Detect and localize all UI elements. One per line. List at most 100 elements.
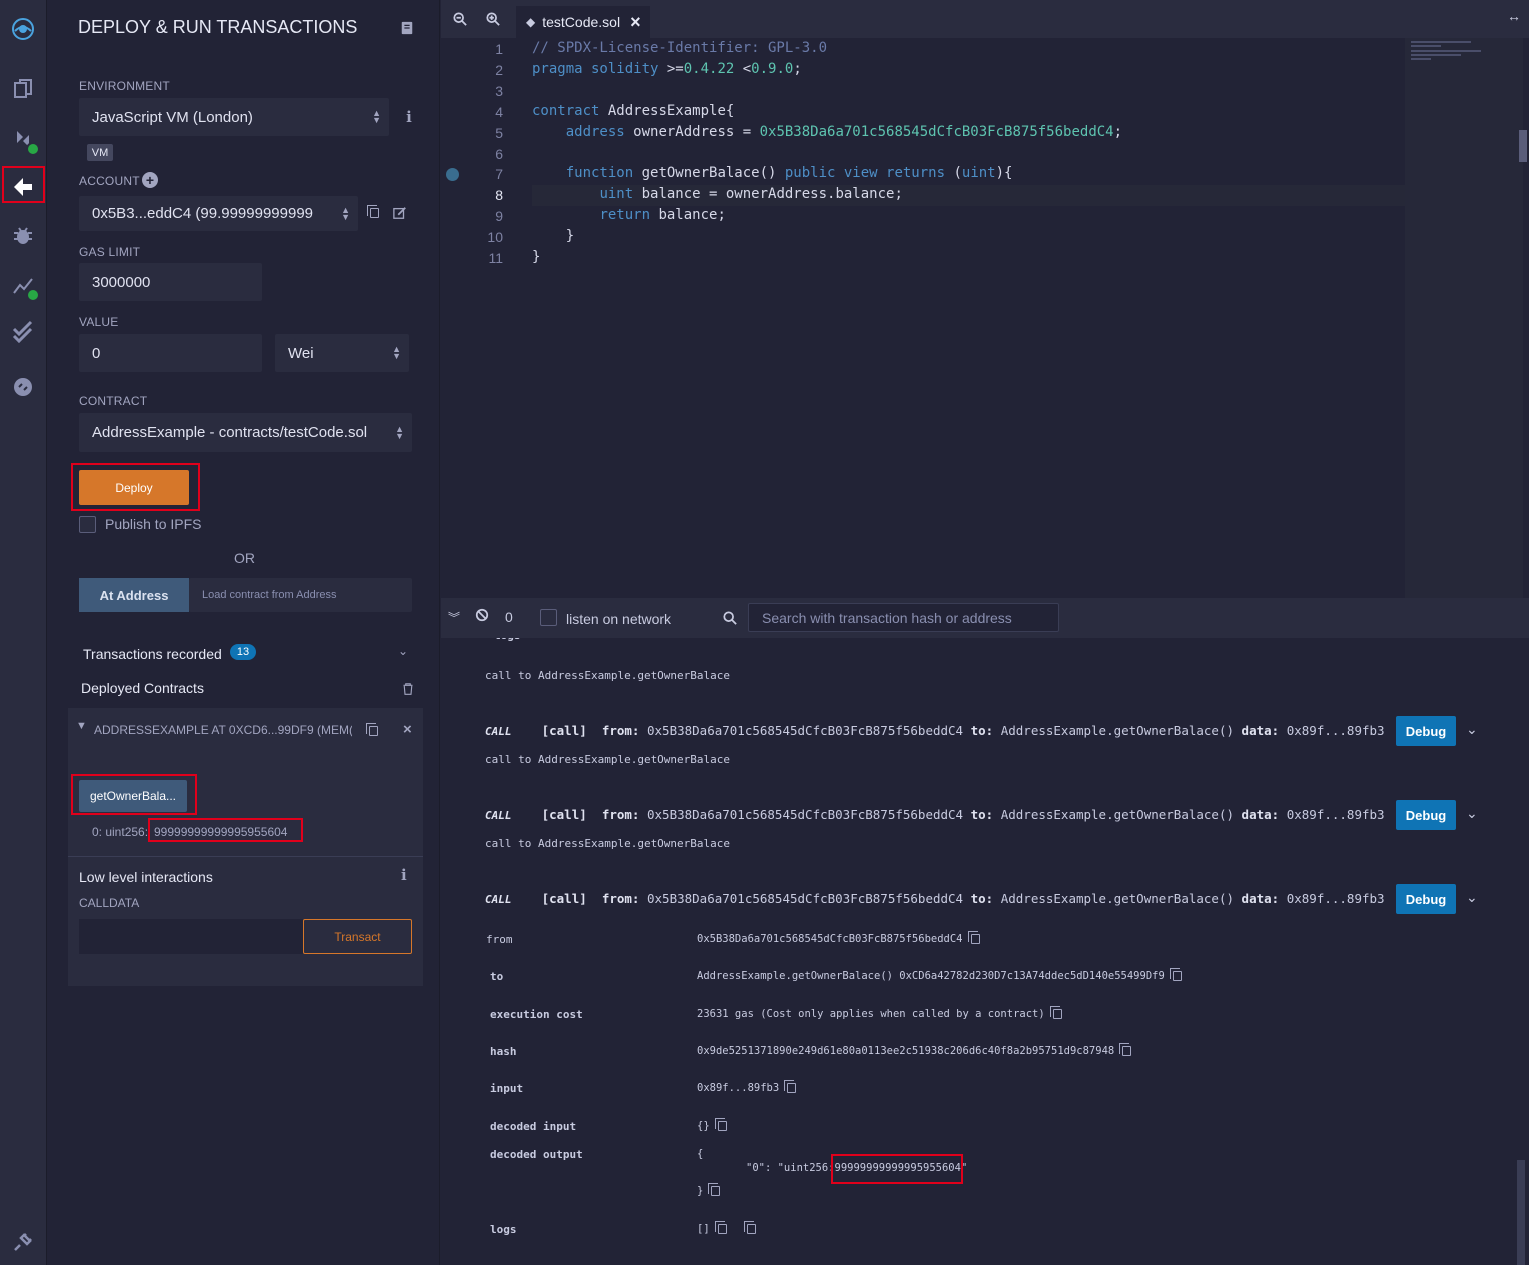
copy-account-icon[interactable]: [365, 203, 383, 223]
code-editor: ◆ testCode.sol × ↔ 1 2 3 4 5 6 7 8 9 10 …: [441, 0, 1529, 598]
chevron-down-icon[interactable]: ⌄: [1466, 805, 1478, 822]
debug-button[interactable]: Debug: [1396, 716, 1456, 746]
value-input[interactable]: 0: [79, 334, 262, 372]
copy-icon[interactable]: [1049, 1006, 1062, 1019]
analysis-icon[interactable]: [6, 268, 40, 302]
copy-address-icon[interactable]: [364, 722, 382, 740]
zoom-in-icon[interactable]: [486, 12, 500, 31]
trash-icon[interactable]: [400, 680, 416, 698]
chevron-down-icon[interactable]: ⌄: [1466, 889, 1478, 906]
editor-tabs: ◆ testCode.sol × ↔: [441, 0, 1529, 38]
detail-from-value: 0x5B38Da6a701c568545dCfcB03FcB875f56bedd…: [697, 931, 980, 945]
close-icon[interactable]: ×: [403, 721, 412, 738]
call-note: call to AddressExample.getOwnerBalace: [485, 669, 731, 682]
detail-input-label: input: [490, 1082, 524, 1095]
instance-title: ADDRESSEXAMPLE AT 0XCD6...99DF9 (MEM(: [94, 723, 352, 737]
detail-cost-value: 23631 gas (Cost only applies when called…: [697, 1006, 1062, 1020]
close-tab-icon[interactable]: ×: [630, 12, 641, 33]
publish-label: Publish to IPFS: [105, 516, 202, 532]
contract-label: CONTRACT: [79, 394, 148, 408]
add-account-icon[interactable]: +: [142, 172, 158, 188]
terminal-toolbar: ︾ 0 listen on network Search with transa…: [441, 598, 1529, 638]
detail-to-label: to: [490, 970, 504, 983]
listen-network-checkbox[interactable]: [540, 609, 557, 626]
collapse-terminal-icon[interactable]: ︾: [448, 609, 460, 626]
call-row[interactable]: CALL [call] from: 0x5B38Da6a701c568545dC…: [485, 723, 1385, 738]
tab-testcode[interactable]: ◆ testCode.sol ×: [516, 6, 650, 38]
debug-button[interactable]: Debug: [1396, 884, 1456, 914]
divider: [68, 856, 423, 857]
call-row[interactable]: CALL [call] from: 0x5B38Da6a701c568545dC…: [485, 891, 1385, 906]
decoded-output-open: {: [697, 1148, 704, 1160]
solidity-compiler-icon[interactable]: [6, 122, 40, 156]
calldata-input[interactable]: [79, 919, 303, 954]
or-label: OR: [234, 550, 255, 566]
debugger-icon[interactable]: [6, 218, 40, 252]
chevron-updown-icon: ▲ ▼: [392, 344, 401, 361]
zoom-out-icon[interactable]: [453, 12, 467, 29]
copy-icon[interactable]: [967, 931, 980, 944]
environment-label: ENVIRONMENT: [79, 79, 170, 93]
copy-icon[interactable]: [1119, 1043, 1132, 1056]
info-icon[interactable]: i: [400, 106, 418, 128]
calldata-label: CALLDATA: [79, 896, 140, 910]
transactions-count-badge: 13: [230, 644, 256, 660]
deployed-contracts-label: Deployed Contracts: [81, 680, 204, 696]
transaction-search-input[interactable]: Search with transaction hash or address: [748, 603, 1059, 632]
copy-icon[interactable]: [743, 1221, 756, 1234]
low-level-label: Low level interactions: [79, 869, 213, 885]
debug-button[interactable]: Debug: [1396, 800, 1456, 830]
account-label: ACCOUNT: [79, 174, 140, 188]
copy-icon[interactable]: [714, 1221, 727, 1234]
docs-icon[interactable]: [398, 18, 416, 38]
result-highlight: [148, 818, 303, 842]
gas-limit-input[interactable]: 3000000: [79, 263, 262, 301]
copy-icon[interactable]: [714, 1118, 727, 1131]
contract-select[interactable]: AddressExample - contracts/testCode.sol …: [79, 413, 412, 452]
at-address-input[interactable]: Load contract from Address: [189, 578, 412, 612]
detail-logs-value: []: [697, 1221, 756, 1235]
detail-hash-value: 0x9de5251371890e249d61e80a0113ee2c51938c…: [697, 1043, 1132, 1057]
chevron-down-icon[interactable]: ⌄: [398, 644, 408, 658]
transactions-recorded-label: Transactions recorded: [83, 646, 222, 662]
value-unit-select[interactable]: Wei ▲ ▼: [275, 334, 409, 372]
expand-icon[interactable]: ↔: [1507, 8, 1521, 24]
chevron-down-icon[interactable]: ⌄: [1466, 721, 1478, 738]
terminal-scrollbar[interactable]: [1517, 1160, 1525, 1265]
minimap: [1405, 38, 1523, 598]
settings-plug-icon[interactable]: [6, 1225, 40, 1259]
plugin-icon[interactable]: [6, 370, 40, 404]
copy-icon[interactable]: [708, 1183, 721, 1196]
gas-limit-label: GAS LIMIT: [79, 245, 141, 259]
remix-logo-icon[interactable]: [4, 10, 42, 48]
detail-logs-label: logs: [490, 1223, 517, 1236]
info-icon[interactable]: i: [401, 866, 407, 884]
call-note: call to AddressExample.getOwnerBalace: [485, 837, 731, 850]
detail-decoded-output-label: decoded output: [490, 1148, 583, 1161]
solidity-file-icon: ◆: [526, 15, 536, 29]
at-address-button[interactable]: At Address: [79, 578, 189, 612]
detail-to-value: AddressExample.getOwnerBalace() 0xCD6a42…: [697, 968, 1182, 982]
call-row[interactable]: CALL [call] from: 0x5B38Da6a701c568545dC…: [485, 807, 1385, 822]
function-button-highlight: [71, 774, 197, 815]
clear-console-icon[interactable]: [475, 608, 489, 627]
account-select[interactable]: 0x5B3...eddC4 (99.99999999999 ▲ ▼: [79, 196, 358, 231]
breakpoint-marker[interactable]: [446, 168, 459, 181]
call-note: call to AddressExample.getOwnerBalace: [485, 753, 731, 766]
editor-scrollbar[interactable]: [1519, 130, 1527, 162]
transact-button[interactable]: Transact: [303, 919, 412, 954]
pending-count: 0: [505, 609, 513, 625]
edit-account-icon[interactable]: [391, 203, 409, 223]
copy-icon[interactable]: [784, 1080, 797, 1093]
environment-select[interactable]: JavaScript VM (London) ▲ ▼: [79, 98, 389, 136]
publish-checkbox[interactable]: [79, 516, 96, 533]
unit-testing-icon[interactable]: [6, 314, 40, 348]
file-explorer-icon[interactable]: [6, 72, 40, 106]
chevron-down-icon[interactable]: ▼: [76, 720, 87, 732]
panel-title: DEPLOY & RUN TRANSACTIONS: [78, 17, 358, 37]
result-prefix: 0: uint256:: [92, 825, 149, 839]
copy-icon[interactable]: [1169, 968, 1182, 981]
chevron-updown-icon: ▲ ▼: [395, 423, 404, 441]
detail-decoded-input-label: decoded input: [490, 1120, 577, 1133]
deploy-icon-highlight: [2, 166, 45, 203]
